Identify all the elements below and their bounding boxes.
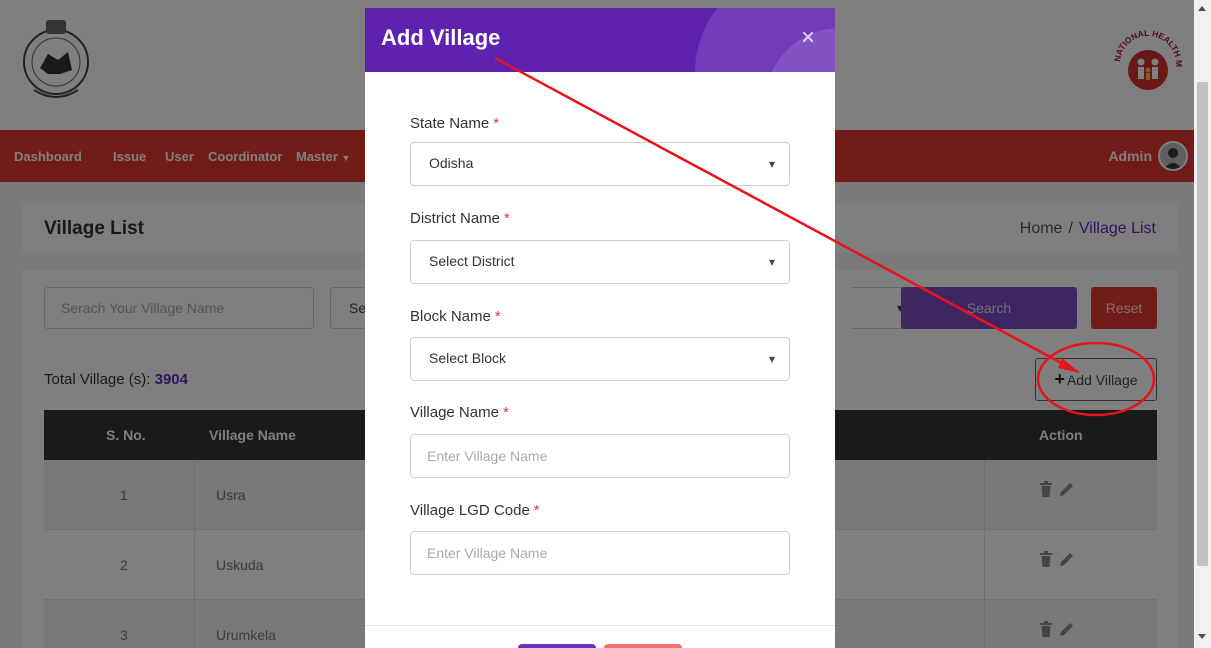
- district-name-label: District Name *: [410, 210, 510, 227]
- cancel-button[interactable]: [604, 644, 682, 648]
- save-button[interactable]: [518, 644, 596, 648]
- page-scrollbar[interactable]: [1194, 0, 1211, 648]
- required-mark: *: [494, 308, 501, 325]
- village-lgd-code-label: Village LGD Code *: [410, 502, 540, 519]
- village-lgd-code-label-text: Village LGD Code: [410, 502, 530, 519]
- chevron-down-icon: ▾: [768, 352, 775, 366]
- district-select[interactable]: Select District ▾: [410, 240, 790, 284]
- village-name-label: Village Name *: [410, 404, 509, 421]
- district-select-value: Select District: [429, 253, 515, 269]
- scroll-up-arrow-icon[interactable]: [1198, 6, 1206, 11]
- required-mark: *: [502, 404, 509, 421]
- village-name-input[interactable]: [410, 434, 790, 478]
- block-name-label: Block Name *: [410, 308, 501, 325]
- state-name-label-text: State Name: [410, 115, 490, 132]
- required-mark: *: [533, 502, 540, 519]
- modal-title: Add Village: [381, 25, 501, 50]
- chevron-down-icon: ▾: [768, 157, 775, 171]
- scrollbar-thumb[interactable]: [1197, 82, 1208, 566]
- scroll-down-arrow-icon[interactable]: [1198, 634, 1206, 639]
- modal-footer-divider: [365, 625, 835, 626]
- chevron-down-icon: ▾: [768, 255, 775, 269]
- district-name-label-text: District Name: [410, 210, 501, 227]
- add-village-modal: Add Village × State Name * Odisha ▾ Distri…: [365, 8, 835, 648]
- village-lgd-code-input[interactable]: [410, 531, 790, 575]
- close-icon[interactable]: ×: [801, 26, 815, 50]
- state-select[interactable]: Odisha ▾: [410, 142, 790, 186]
- modal-header: Add Village ×: [365, 8, 835, 72]
- block-name-label-text: Block Name: [410, 308, 491, 325]
- required-mark: *: [504, 210, 510, 227]
- state-select-value: Odisha: [429, 155, 474, 171]
- state-name-label: State Name *: [410, 115, 499, 132]
- block-select[interactable]: Select Block ▾: [410, 337, 790, 381]
- block-select-value: Select Block: [429, 350, 507, 366]
- village-name-label-text: Village Name: [410, 404, 499, 421]
- required-mark: *: [493, 115, 500, 132]
